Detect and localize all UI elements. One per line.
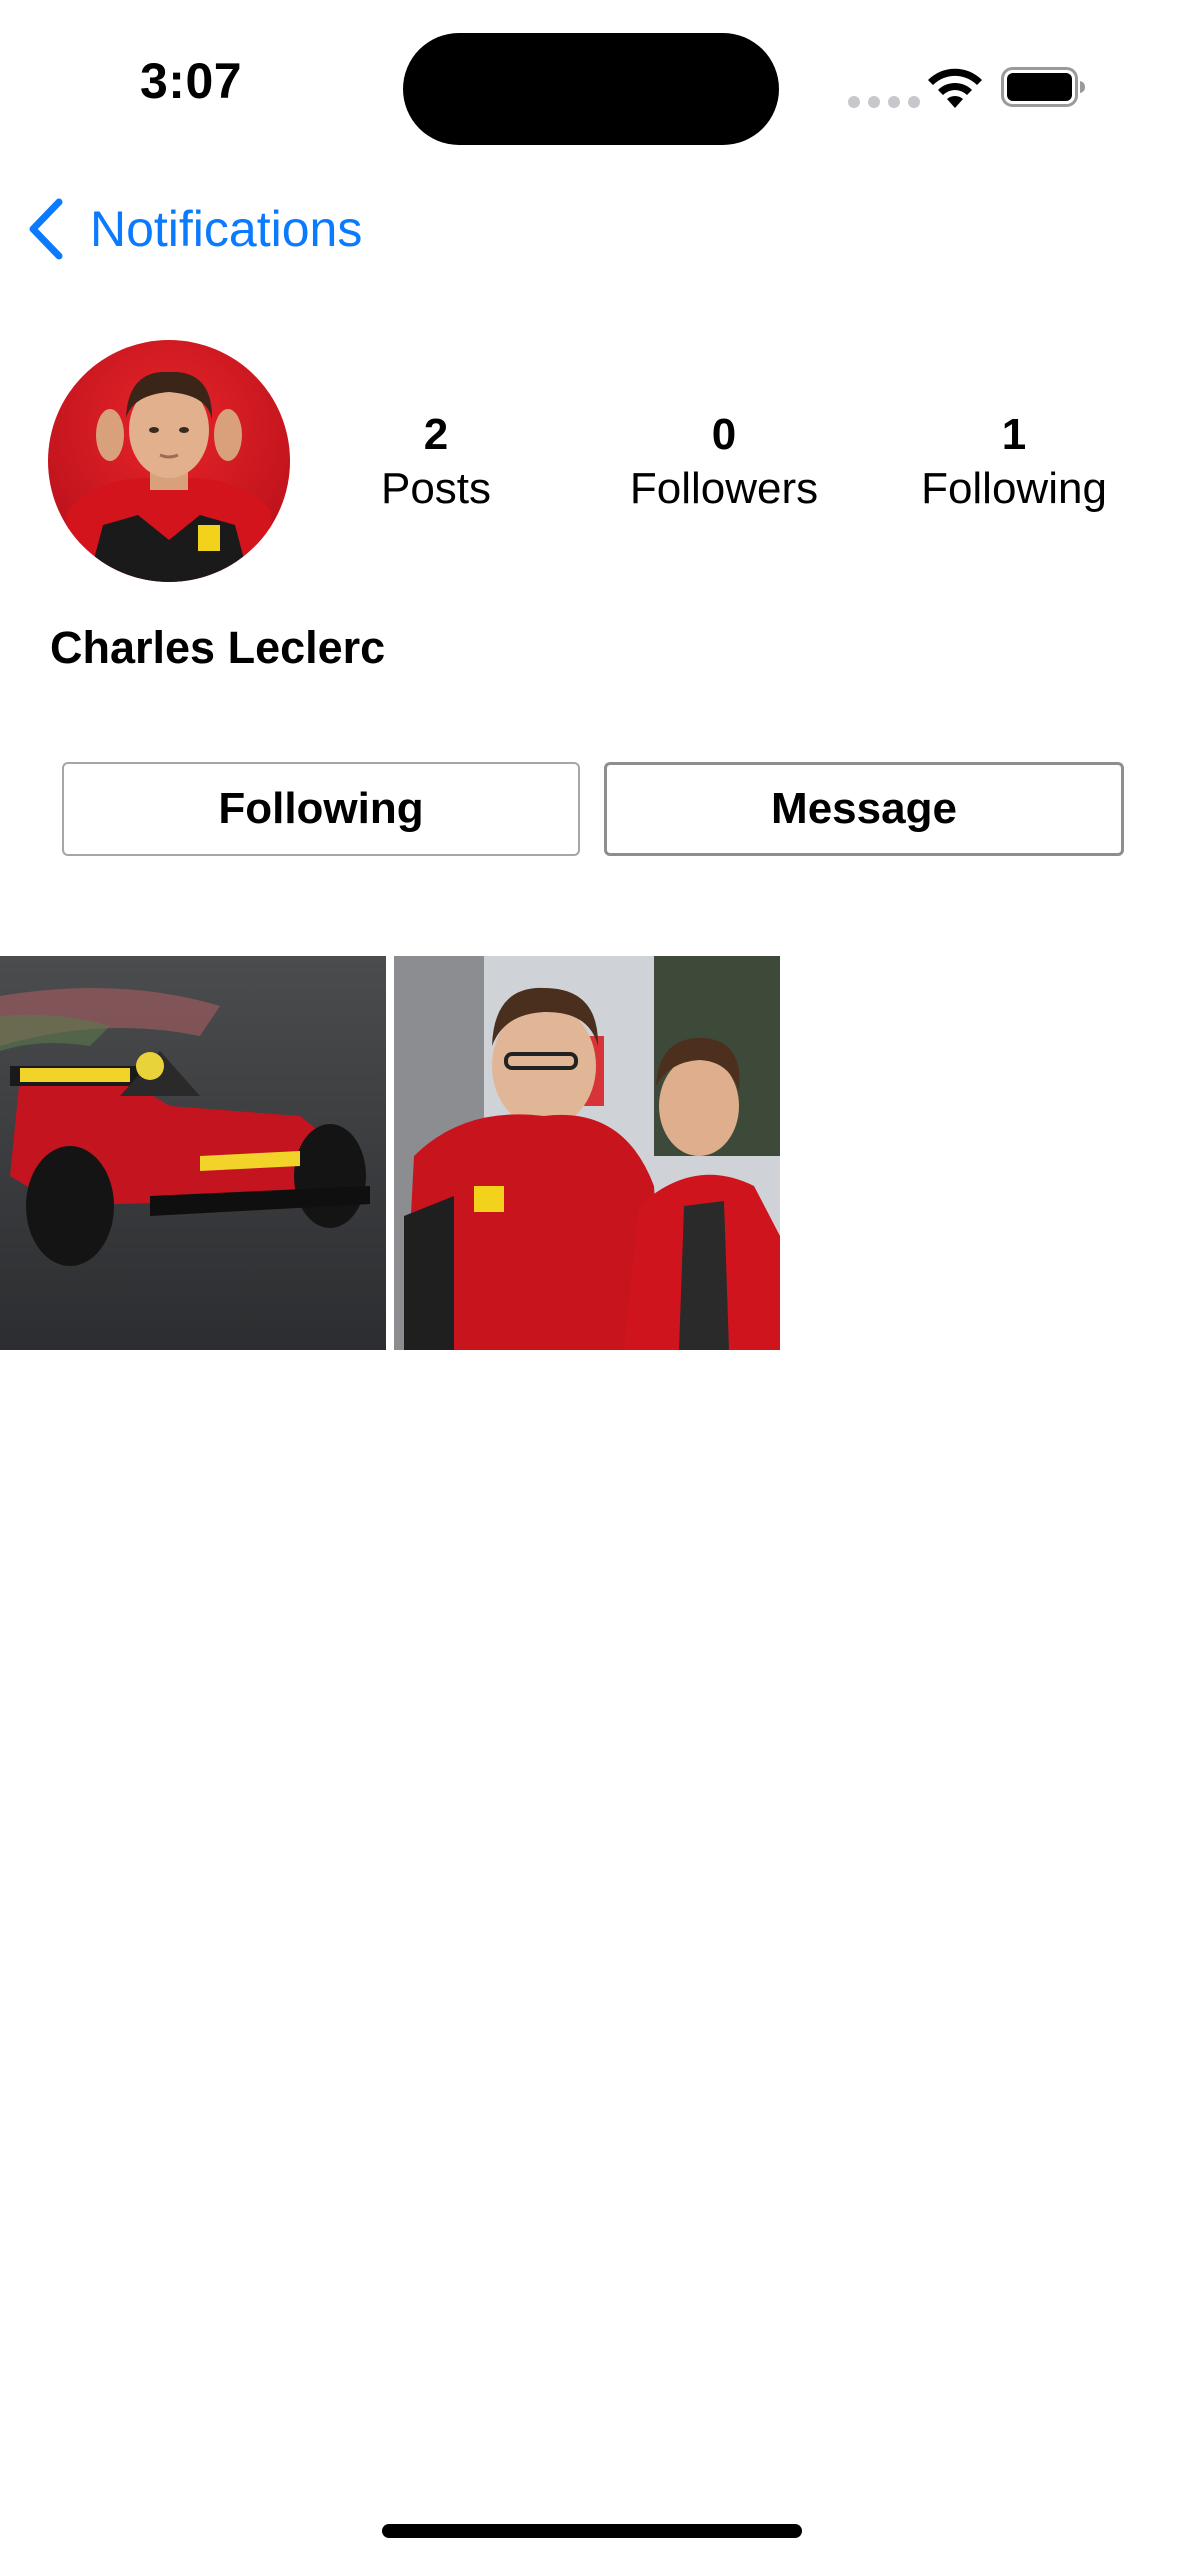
dynamic-island	[403, 33, 779, 145]
cellular-signal-icon	[848, 96, 920, 108]
battery-icon	[1001, 67, 1085, 107]
following-count: 1	[1001, 410, 1027, 459]
following-button[interactable]: Following	[62, 762, 580, 856]
back-button-label: Notifications	[90, 201, 363, 257]
status-time: 3:07	[140, 53, 243, 109]
posts-stat[interactable]: 2 Posts	[306, 408, 566, 516]
following-stat[interactable]: 1 Following	[884, 408, 1144, 516]
followers-stat[interactable]: 0 Followers	[594, 408, 854, 516]
posts-label: Posts	[380, 464, 492, 513]
message-button[interactable]: Message	[604, 762, 1124, 856]
posts-count: 2	[423, 410, 449, 459]
avatar[interactable]	[48, 340, 290, 582]
chevron-left-icon	[29, 198, 63, 260]
post-thumbnail[interactable]	[394, 956, 780, 1350]
post-thumbnail[interactable]	[0, 956, 386, 1350]
following-label: Following	[921, 464, 1107, 513]
followers-count: 0	[711, 410, 737, 459]
followers-label: Followers	[629, 464, 819, 513]
profile-name: Charles Leclerc	[50, 622, 386, 673]
home-indicator[interactable]	[382, 2524, 802, 2538]
wifi-icon	[928, 68, 982, 108]
back-button[interactable]: Notifications	[26, 192, 362, 266]
